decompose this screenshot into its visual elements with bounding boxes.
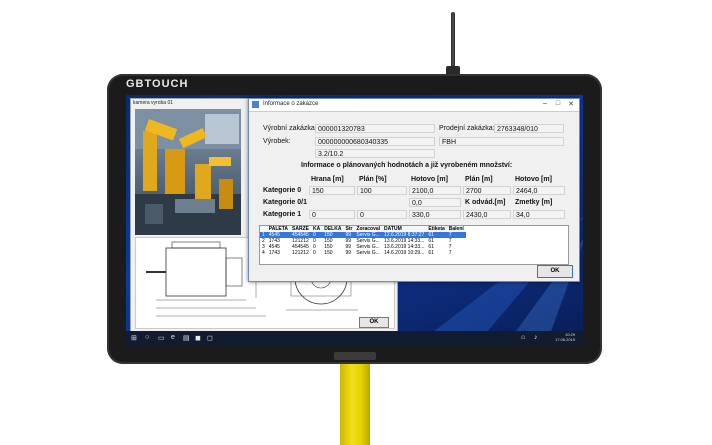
app-icon-2[interactable]: ◻: [207, 334, 213, 342]
search-icon[interactable]: ○: [145, 334, 149, 341]
dialog-titlebar: Informace o zakázce – □ ✕: [249, 99, 579, 112]
col-header-hrana: Hrana [m]: [311, 176, 344, 183]
robot-photo-image: [135, 109, 241, 235]
row-label-kategorie-1: Kategorie 1: [263, 211, 302, 218]
app-icon: [252, 101, 259, 108]
cell-hotovo-0: 2100,0: [409, 186, 461, 195]
cell-k-odvad-2: 2430,0: [463, 210, 511, 219]
app-icon-1[interactable]: ◼: [195, 334, 201, 342]
section-heading: Informace o plánovaných hodnotách a již …: [301, 162, 513, 169]
pallet-grid[interactable]: PALETA SARZE KA DELKA Str Zoracoval DATU…: [259, 225, 569, 265]
k-odvad-label: K odvád.[m]: [465, 199, 506, 206]
clock-date: 17.06.2019: [554, 337, 575, 342]
pole-mount: [334, 352, 376, 360]
cell-hotovo-2: 330,0: [409, 210, 461, 219]
sales-order-value: 2763348/010: [494, 124, 564, 133]
product-label: Výrobek:: [263, 138, 291, 145]
cell-plan-pct-0: 100: [357, 186, 407, 195]
cell-hotovo-m-0: 2464,0: [513, 186, 565, 195]
volume-icon[interactable]: ♪: [534, 334, 538, 341]
col-header-hotovo: Hotovo [m]: [411, 176, 448, 183]
cell-zmetky-2: 34,0: [513, 210, 565, 219]
sales-order-label: Prodejní zakázka:: [439, 125, 495, 132]
camera-ok-button[interactable]: OK: [359, 317, 389, 328]
order-info-dialog[interactable]: Informace o zakázce – □ ✕ Výrobní zakázk…: [248, 98, 580, 282]
row-label-kategorie-0: Kategorie 0: [263, 187, 302, 194]
product-value: 000000000680340335: [315, 137, 435, 146]
col-header-plan-m: Plán [m]: [465, 176, 493, 183]
table-row[interactable]: 4 1743 121212 0 150 99 Servis G... 14.6.2019 1…: [260, 250, 466, 256]
system-clock[interactable]: 10:29 17.06.2019: [555, 332, 575, 342]
windows-start-icon[interactable]: ⊞: [131, 334, 137, 342]
dialog-title: Informace o zakázce: [263, 101, 319, 107]
col-header-plan-pct: Plán [%]: [359, 176, 387, 183]
product-code: FBH: [439, 137, 564, 146]
production-order-value: 000001320783: [315, 124, 435, 133]
dialog-ok-button[interactable]: OK: [537, 265, 573, 278]
cell-hrana-0: 150: [309, 186, 355, 195]
minimize-icon[interactable]: –: [539, 100, 551, 107]
pallet-table: PALETA SARZE KA DELKA Str Zoracoval DATU…: [260, 226, 466, 256]
cell-hotovo-1: 0,0: [409, 198, 461, 207]
cell-plan-pct-2: 0: [357, 210, 407, 219]
row-label-kategorie-01: Kategorie 0/1: [263, 199, 307, 206]
cell-hrana-2: 0: [309, 210, 355, 219]
task-view-icon[interactable]: ▭: [158, 334, 165, 342]
cell-plan-m-0: 2700: [463, 186, 511, 195]
file-explorer-icon[interactable]: ▤: [183, 334, 190, 342]
zmetky-label: Zmetky [m]: [515, 199, 553, 206]
maximize-icon[interactable]: □: [552, 100, 564, 107]
close-icon[interactable]: ✕: [565, 100, 577, 108]
camera-window-title: kamera vyroba 01: [133, 100, 174, 106]
product-dimension: 3.2/10.2: [315, 149, 435, 158]
brand-logo: GBTOUCH: [126, 78, 189, 90]
edge-browser-icon[interactable]: e: [171, 334, 175, 341]
production-order-label: Výrobní zakázka:: [263, 125, 317, 132]
factory-robot-photo: [135, 109, 241, 235]
mounting-pole: [340, 357, 370, 445]
network-icon[interactable]: ⌂: [521, 334, 525, 341]
col-header-hotovo-m: Hotovo [m]: [515, 176, 552, 183]
taskbar: ⊞ ○ ▭ e ▤ ◼ ◻ ⌂ ♪ 10:29 17.06.2019: [126, 331, 583, 345]
